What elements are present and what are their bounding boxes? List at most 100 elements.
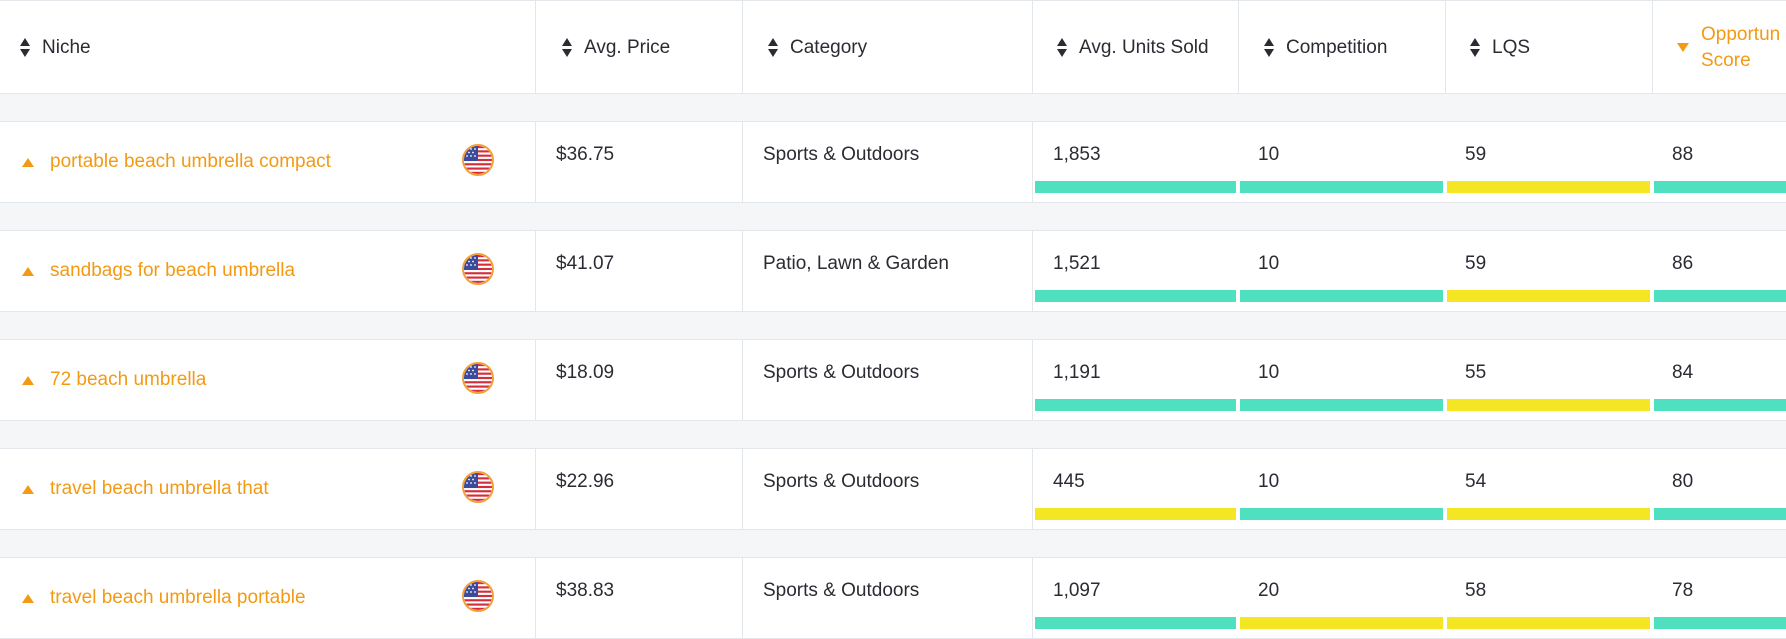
opportunity-label-line2: Score	[1701, 49, 1751, 71]
category-value: Sports & Outdoors	[763, 580, 920, 601]
competition-cell: 10	[1238, 122, 1445, 202]
column-header-avg-price[interactable]: Avg. Price	[535, 1, 742, 94]
lqs-value: 55	[1465, 362, 1487, 383]
opportunity-score-cell: 86	[1652, 231, 1786, 311]
score-bar	[1035, 290, 1236, 302]
category-cell: Sports & Outdoors	[742, 558, 1032, 638]
opportunity-score-cell: 78	[1652, 558, 1786, 638]
row-spacer	[0, 312, 1786, 340]
niche-link[interactable]: travel beach umbrella that	[50, 478, 269, 500]
row-spacer	[0, 421, 1786, 449]
category-value: Sports & Outdoors	[763, 144, 920, 165]
category-cell: Sports & Outdoors	[742, 449, 1032, 529]
table-row[interactable]: 72 beach umbrella $18.09 Sports & Outdoors…	[0, 340, 1786, 421]
avg-units-sold-cell: 445	[1032, 449, 1238, 529]
niche-link[interactable]: sandbags for beach umbrella	[50, 260, 295, 282]
niche-table: Niche Avg. Price Category Avg. Units Sol…	[0, 0, 1786, 639]
us-flag-icon	[462, 362, 494, 394]
niche-link[interactable]: travel beach umbrella portable	[50, 587, 306, 609]
avg-price-value: $22.96	[556, 471, 615, 492]
expand-row-icon[interactable]	[22, 484, 34, 494]
row-spacer	[0, 203, 1786, 231]
column-header-category[interactable]: Category	[742, 1, 1032, 94]
category-cell: Sports & Outdoors	[742, 122, 1032, 202]
avg-units-sold-value: 1,853	[1053, 144, 1101, 165]
expand-row-icon[interactable]	[22, 375, 34, 385]
lqs-cell: 59	[1445, 231, 1652, 311]
sort-icon	[562, 37, 572, 59]
column-header-opportunity-score[interactable]: Opportun Score	[1652, 1, 1786, 94]
lqs-value: 59	[1465, 253, 1487, 274]
avg-units-sold-value: 1,191	[1053, 362, 1101, 383]
sort-icon	[768, 37, 778, 59]
table-row[interactable]: travel beach umbrella that $22.96 Sports &…	[0, 449, 1786, 530]
expand-row-icon[interactable]	[22, 593, 34, 603]
column-header-label: Competition	[1286, 36, 1388, 58]
score-bar	[1035, 617, 1236, 629]
avg-units-sold-value: 445	[1053, 471, 1085, 492]
category-value: Patio, Lawn & Garden	[763, 253, 949, 274]
expand-row-icon[interactable]	[22, 157, 34, 167]
avg-units-sold-cell: 1,097	[1032, 558, 1238, 638]
table-row[interactable]: sandbags for beach umbrella $41.07 Patio, …	[0, 231, 1786, 312]
competition-value: 20	[1258, 580, 1280, 601]
sort-icon	[1264, 37, 1274, 59]
avg-units-sold-cell: 1,191	[1032, 340, 1238, 420]
category-value: Sports & Outdoors	[763, 471, 920, 492]
avg-price-cell: $38.83	[535, 558, 742, 638]
score-bar	[1240, 617, 1443, 629]
score-bar	[1654, 617, 1786, 629]
opportunity-label-line1: Opportun	[1701, 23, 1781, 45]
score-bar	[1240, 508, 1443, 520]
score-bar	[1654, 290, 1786, 302]
niche-cell[interactable]: travel beach umbrella that	[0, 449, 535, 529]
us-flag-icon	[462, 580, 494, 612]
row-spacer	[0, 94, 1786, 122]
score-bar	[1240, 399, 1443, 411]
niche-cell[interactable]: travel beach umbrella portable	[0, 558, 535, 638]
score-bar	[1654, 399, 1786, 411]
competition-cell: 10	[1238, 231, 1445, 311]
avg-price-value: $36.75	[556, 144, 615, 165]
lqs-value: 58	[1465, 580, 1487, 601]
avg-price-cell: $41.07	[535, 231, 742, 311]
score-bar	[1240, 181, 1443, 193]
column-header-competition[interactable]: Competition	[1238, 1, 1445, 94]
competition-value: 10	[1258, 362, 1280, 383]
us-flag-icon	[462, 471, 494, 503]
avg-price-cell: $18.09	[535, 340, 742, 420]
sort-icon	[20, 37, 30, 59]
niche-link[interactable]: 72 beach umbrella	[50, 369, 206, 391]
niche-cell[interactable]: 72 beach umbrella	[0, 340, 535, 420]
lqs-cell: 55	[1445, 340, 1652, 420]
opportunity-score-cell: 84	[1652, 340, 1786, 420]
table-row[interactable]: portable beach umbrella compact $36.75 Spo…	[0, 122, 1786, 203]
us-flag-icon	[462, 253, 494, 285]
opportunity-score-value: 78	[1672, 580, 1694, 601]
category-cell: Patio, Lawn & Garden	[742, 231, 1032, 311]
score-bar	[1447, 508, 1650, 520]
lqs-cell: 58	[1445, 558, 1652, 638]
table-row[interactable]: travel beach umbrella portable $38.83 Spor…	[0, 558, 1786, 639]
column-header-avg-units-sold[interactable]: Avg. Units Sold	[1032, 1, 1238, 94]
avg-price-value: $18.09	[556, 362, 615, 383]
niche-link[interactable]: portable beach umbrella compact	[50, 151, 331, 173]
avg-units-sold-value: 1,097	[1053, 580, 1101, 601]
score-bar	[1654, 181, 1786, 193]
competition-cell: 10	[1238, 449, 1445, 529]
competition-value: 10	[1258, 471, 1280, 492]
niche-cell[interactable]: sandbags for beach umbrella	[0, 231, 535, 311]
lqs-cell: 54	[1445, 449, 1652, 529]
opportunity-score-value: 84	[1672, 362, 1694, 383]
competition-value: 10	[1258, 253, 1280, 274]
competition-value: 10	[1258, 144, 1280, 165]
score-bar	[1447, 181, 1650, 193]
niche-cell[interactable]: portable beach umbrella compact	[0, 122, 535, 202]
column-header-label: Avg. Price	[584, 36, 671, 58]
opportunity-score-cell: 80	[1652, 449, 1786, 529]
column-header-lqs[interactable]: LQS	[1445, 1, 1652, 94]
expand-row-icon[interactable]	[22, 266, 34, 276]
column-header-niche[interactable]: Niche	[20, 1, 535, 94]
competition-cell: 10	[1238, 340, 1445, 420]
sort-icon	[1470, 37, 1480, 59]
